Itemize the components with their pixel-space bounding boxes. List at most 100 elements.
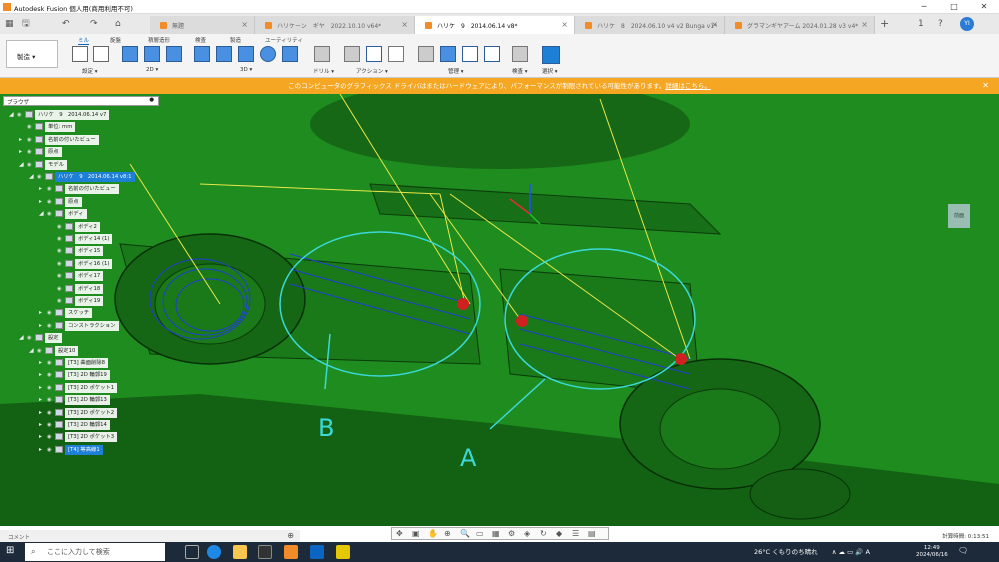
3d-pocket-icon[interactable] (216, 46, 232, 62)
nav-tool-icon[interactable]: ✋ (428, 529, 438, 538)
tool-library-icon[interactable] (418, 46, 434, 62)
tab-close-icon[interactable]: × (861, 20, 868, 29)
expand-toggle-icon[interactable]: ◢ (29, 346, 37, 356)
group-3d[interactable]: 3D ▾ (240, 67, 252, 73)
tab-untitled[interactable]: 無題 × (150, 16, 255, 34)
visibility-eye-icon[interactable]: ◉ (57, 271, 65, 281)
home-icon[interactable]: ⌂ (115, 17, 121, 31)
tab-close-icon[interactable]: × (241, 20, 248, 29)
expand-toggle-icon[interactable]: ▸ (39, 445, 47, 455)
fusion-taskbar-icon[interactable] (284, 545, 298, 559)
browser-tree-row[interactable]: ▸ ◉ 原点 (19, 147, 62, 158)
workspace-switcher[interactable]: 製造 ▾ (6, 40, 58, 68)
browser-tree-row[interactable]: ◢ ◉ ハリケ 9 2014.06.14 v7 (9, 110, 110, 120)
tab-hurricane-9[interactable]: ハリケ 9 2014.06.14 v8* × (415, 16, 575, 34)
template-icon[interactable] (440, 46, 456, 62)
expand-toggle-icon[interactable]: ▸ (39, 321, 47, 331)
expand-toggle-icon[interactable]: ▸ (19, 147, 27, 157)
task-manager-icon[interactable] (484, 46, 500, 62)
drill-icon[interactable] (314, 46, 330, 62)
close-button[interactable]: ✕ (969, 0, 999, 14)
contour-icon[interactable] (282, 46, 298, 62)
browser-tree-row[interactable]: ◉ ボディ15 (49, 246, 104, 257)
expand-toggle-icon[interactable]: ▸ (39, 197, 47, 207)
expand-toggle-icon[interactable]: ▸ (39, 370, 47, 380)
visibility-eye-icon[interactable]: ◉ (47, 408, 55, 418)
visibility-eye-icon[interactable]: ◉ (57, 259, 65, 269)
browser-tree-row[interactable]: ◢ ◉ ボディ (39, 209, 87, 220)
tab-close-icon[interactable]: × (401, 20, 408, 29)
browser-tree-row[interactable]: ▸ ◉ 名前の付いたビュー (19, 134, 99, 145)
browser-tree-row[interactable]: ◢ ◉ 設定 (19, 333, 62, 344)
visibility-eye-icon[interactable]: ◉ (47, 420, 55, 430)
visibility-eye-icon[interactable]: ◉ (57, 246, 65, 256)
expand-toggle-icon[interactable]: ▸ (39, 408, 47, 418)
group-manage[interactable]: 管理 ▾ (448, 67, 464, 75)
tab-close-icon[interactable]: × (711, 20, 718, 29)
expand-toggle-icon[interactable]: ▸ (39, 184, 47, 194)
visibility-eye-icon[interactable]: ◉ (47, 197, 55, 207)
nav-tool-icon[interactable]: 🔍 (460, 529, 470, 538)
expand-toggle-icon[interactable]: ◢ (29, 172, 37, 182)
visibility-eye-icon[interactable]: ◉ (57, 284, 65, 294)
browser-tree-row[interactable]: ▸ ◉ [T3] 2D ポケット1 (39, 382, 118, 393)
visibility-eye-icon[interactable]: ◉ (27, 135, 35, 145)
expand-toggle-icon[interactable]: ▸ (39, 308, 47, 318)
add-comment-icon[interactable]: ⊕ (287, 531, 294, 540)
maximize-button[interactable]: □ (939, 0, 969, 14)
tab-hurricane-8[interactable]: ハリケ 8 2024.06.10 v4 v2 Bunga v1* × (575, 16, 725, 34)
notification-center-icon[interactable]: 🗨 (958, 546, 968, 555)
browser-tree-row[interactable]: ◉ ボディ19 (49, 296, 104, 306)
nav-tool-icon[interactable]: ◆ (556, 529, 562, 538)
expand-toggle-icon[interactable]: ▸ (39, 432, 47, 442)
browser-tree-row[interactable]: ◉ ボディ16 (1) (49, 258, 113, 269)
nc-program-icon[interactable] (93, 46, 109, 62)
group-actions[interactable]: アクション ▾ (356, 67, 388, 75)
browser-tree-row[interactable]: ▸ ◉ [T3] 曲面削除8 (39, 358, 108, 368)
tab-utilities[interactable]: ユーティリティ (265, 36, 303, 44)
visibility-eye-icon[interactable]: ◉ (47, 358, 55, 368)
expand-toggle-icon[interactable]: ▸ (39, 395, 47, 405)
undo-icon[interactable]: ↶ (62, 17, 70, 31)
browser-tree-row[interactable]: ◉ 単位: mm (19, 122, 76, 133)
select-cursor-icon[interactable] (542, 46, 560, 64)
minimize-button[interactable]: ─ (909, 0, 939, 14)
nav-tool-icon[interactable]: ◈ (524, 529, 530, 538)
steep-shallow-icon[interactable] (238, 46, 254, 62)
nav-tool-icon[interactable]: ▭ (476, 529, 484, 538)
expand-toggle-icon[interactable]: ▸ (39, 420, 47, 430)
tab-inspection[interactable]: 検査 (195, 36, 206, 44)
scallop-icon[interactable] (260, 46, 276, 62)
tab-additive[interactable]: 積層造形 (148, 36, 170, 44)
expand-toggle-icon[interactable]: ◢ (39, 209, 47, 219)
visibility-eye-icon[interactable]: ◉ (47, 321, 55, 331)
visibility-eye-icon[interactable]: ◉ (47, 383, 55, 393)
visibility-eye-icon[interactable]: ◉ (47, 209, 55, 219)
setup-icon[interactable] (72, 46, 88, 62)
setup-sheet-icon[interactable] (388, 46, 404, 62)
browser-tree-row[interactable]: ◢ ◉ モデル (19, 159, 67, 170)
visibility-eye-icon[interactable]: ◉ (17, 110, 25, 120)
visibility-eye-icon[interactable]: ◉ (57, 234, 65, 244)
notifications-icon[interactable]: 1 (918, 17, 924, 31)
visibility-eye-icon[interactable]: ◉ (47, 395, 55, 405)
g1g2-postprocess-icon[interactable] (366, 46, 382, 62)
learn-more-link[interactable]: 詳細はこちら。 (665, 82, 711, 90)
redo-icon[interactable]: ↷ (90, 17, 98, 31)
browser-tree-row[interactable]: ▸ ◉ [T3] 2D 輪郭13 (39, 395, 110, 406)
expand-toggle-icon[interactable]: ▸ (39, 383, 47, 393)
group-2d[interactable]: 2D ▾ (146, 67, 158, 73)
browser-tree-row[interactable]: ▸ ◉ [T3] 2D 輪郭19 (39, 370, 110, 381)
browser-tree-row[interactable]: ▸ ◉ コンストラクション (39, 320, 119, 331)
visibility-eye-icon[interactable]: ◉ (47, 308, 55, 318)
browser-tree-row[interactable]: ▸ ◉ [T4] 等高線1 (39, 444, 103, 455)
visibility-eye-icon[interactable]: ◉ (47, 445, 55, 455)
task-view-icon[interactable] (185, 545, 199, 559)
expand-toggle-icon[interactable]: ◢ (19, 333, 27, 343)
visibility-eye-icon[interactable]: ◉ (27, 333, 35, 343)
view-cube[interactable]: 前面 (948, 204, 970, 228)
3d-adaptive-icon[interactable] (194, 46, 210, 62)
tab-close-icon[interactable]: × (561, 20, 568, 29)
post-library-icon[interactable] (462, 46, 478, 62)
nav-tool-icon[interactable]: ▤ (588, 529, 596, 538)
